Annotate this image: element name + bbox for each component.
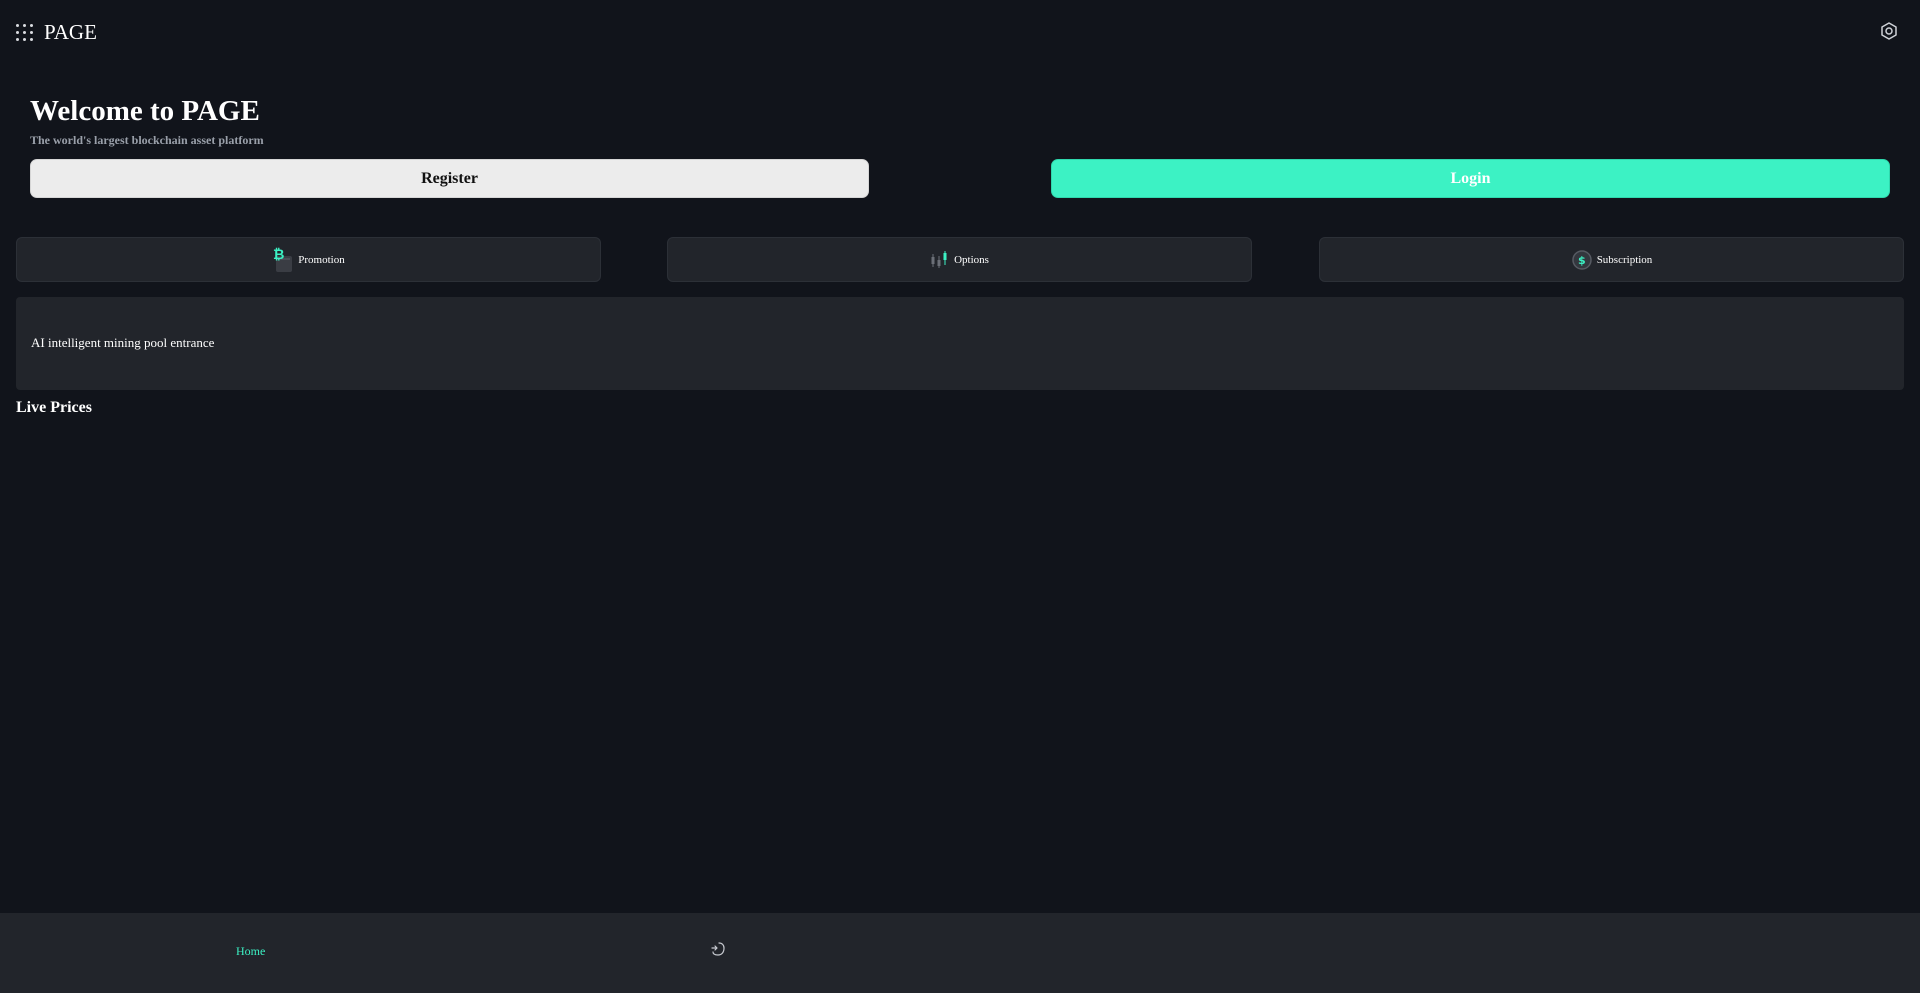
grid-menu-icon[interactable] — [16, 24, 34, 42]
options-label: Options — [954, 253, 989, 266]
mining-pool-label: AI intelligent mining pool entrance — [31, 335, 215, 350]
subscription-label: Subscription — [1596, 253, 1653, 266]
dollar-subscription-icon: $ — [1571, 249, 1592, 270]
top-header: PAGE — [0, 0, 1920, 64]
brand-name: PAGE — [44, 20, 97, 44]
live-prices-heading: Live Prices — [16, 399, 92, 416]
page-subtitle: The world's largest blockchain asset pla… — [30, 133, 264, 147]
trade-icon[interactable] — [709, 940, 727, 958]
mining-pool-banner[interactable]: AI intelligent mining pool entrance — [16, 297, 1904, 390]
candlestick-options-icon — [931, 250, 947, 268]
subscription-card[interactable]: $ Subscription — [1319, 237, 1904, 282]
svg-text:$: $ — [1578, 254, 1586, 267]
bottom-nav: Home — [0, 913, 1920, 993]
promotion-card[interactable]: ₿ Promotion — [16, 237, 601, 282]
login-button[interactable]: Login — [1051, 159, 1890, 198]
bitcoin-promotion-icon: ₿ — [273, 247, 293, 272]
page-title: Welcome to PAGE — [30, 95, 260, 127]
nav-home[interactable]: Home — [236, 944, 265, 959]
register-button[interactable]: Register — [30, 159, 869, 198]
settings-icon[interactable] — [1879, 21, 1899, 41]
options-card[interactable]: Options — [667, 237, 1252, 282]
svg-text:₿: ₿ — [273, 247, 284, 263]
promotion-label: Promotion — [298, 253, 345, 266]
